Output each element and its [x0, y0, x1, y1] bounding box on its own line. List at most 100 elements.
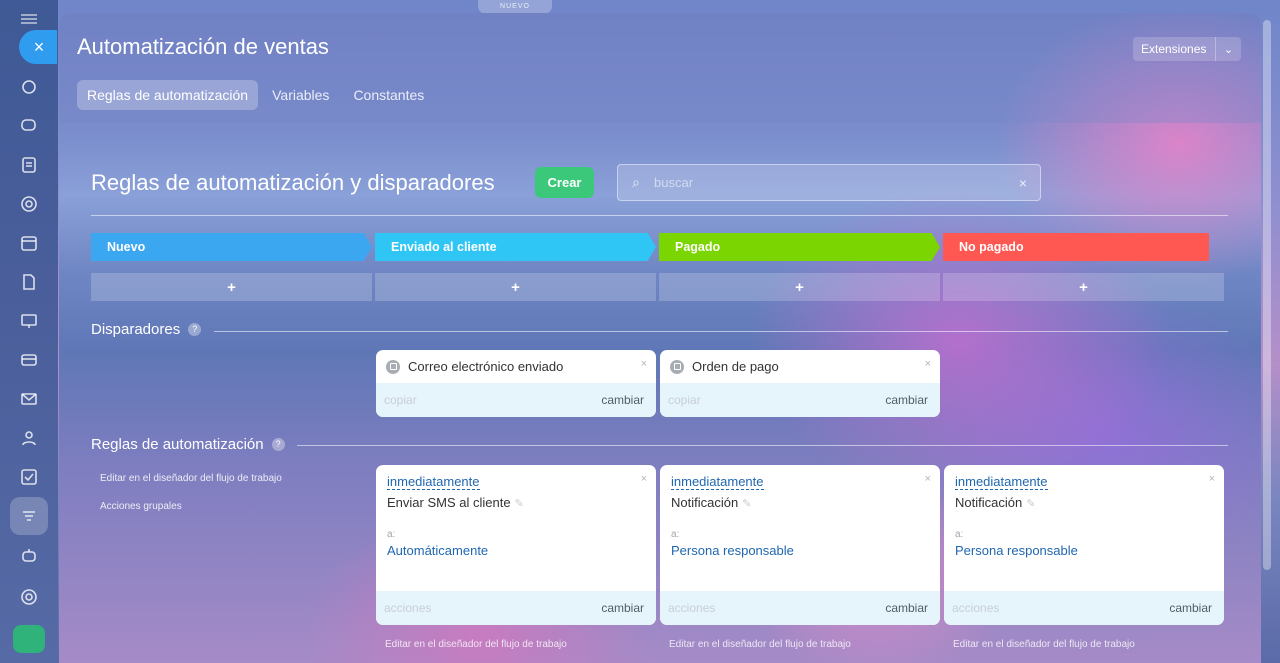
rule-name: Notificación ✎ — [955, 495, 1035, 510]
scrollbar[interactable] — [1263, 20, 1271, 570]
add-trigger-button[interactable]: + — [91, 273, 372, 301]
change-link[interactable]: cambiar — [885, 393, 928, 407]
add-trigger-button[interactable]: + — [375, 273, 656, 301]
actions-link[interactable]: acciones — [952, 601, 999, 615]
trigger-header: Orden de pago — [670, 359, 779, 374]
rule-recipient-link[interactable]: Persona responsable — [955, 543, 1078, 558]
card-footer: acciones cambiar — [660, 591, 940, 625]
rule-to-label: a: — [955, 529, 964, 540]
lock-icon — [670, 359, 684, 374]
activity-icon[interactable] — [18, 76, 40, 98]
close-icon[interactable]: × — [641, 358, 647, 370]
automation-panel: Automatización de ventas Extensiones ⌄ R… — [59, 13, 1261, 663]
rule-name-text: Notificación — [671, 495, 739, 510]
target-icon[interactable] — [18, 193, 40, 215]
create-button[interactable]: Crear — [535, 167, 594, 198]
pencil-icon[interactable]: ✎ — [742, 498, 751, 510]
rule-to-label: a: — [671, 529, 680, 540]
robot-icon[interactable] — [18, 544, 40, 566]
stage-pagado: Pagado — [659, 233, 940, 261]
tasks-icon[interactable] — [18, 154, 40, 176]
rule-name-text: Notificación — [955, 495, 1023, 510]
rule-name: Enviar SMS al cliente ✎ — [387, 495, 524, 510]
pencil-icon[interactable]: ✎ — [1026, 498, 1035, 510]
help-icon[interactable]: ? — [271, 438, 285, 451]
page-title: Automatización de ventas — [77, 34, 329, 59]
stage-no-pagado: No pagado — [943, 233, 1209, 261]
chat-icon[interactable] — [18, 115, 40, 137]
rule-name: Notificación ✎ — [671, 495, 751, 510]
trigger-card[interactable]: Orden de pago × copiar cambiar — [660, 350, 940, 417]
help-icon[interactable]: ? — [188, 323, 202, 336]
rule-card[interactable]: inmediatamente × Notificación ✎ a: Person… — [944, 465, 1224, 625]
edit-designer-link[interactable]: Editar en el diseñador del flujo de trab… — [669, 639, 851, 650]
pencil-icon[interactable]: ✎ — [515, 498, 524, 510]
rule-to-label: a: — [387, 529, 396, 540]
close-icon[interactable]: × — [925, 473, 931, 485]
rules-title: Reglas de automatización — [91, 436, 264, 453]
stage-nuevo: Nuevo — [91, 233, 372, 261]
edit-designer-link[interactable]: Editar en el diseñador del flujo de trab… — [100, 473, 282, 484]
contacts-icon[interactable] — [18, 427, 40, 449]
trigger-header: Correo electrónico enviado — [386, 359, 563, 374]
rule-recipient-link[interactable]: Persona responsable — [671, 543, 794, 558]
card-icon[interactable] — [18, 349, 40, 371]
rule-card[interactable]: inmediatamente × Notificación ✎ a: Person… — [660, 465, 940, 625]
edit-designer-link[interactable]: Editar en el diseñador del flujo de trab… — [385, 639, 567, 650]
copy-link[interactable]: copiar — [384, 393, 417, 407]
close-icon[interactable]: × — [641, 473, 647, 485]
actions-link[interactable]: acciones — [668, 601, 715, 615]
trigger-label: Orden de pago — [692, 359, 779, 374]
extensions-button[interactable]: Extensiones ⌄ — [1133, 37, 1241, 61]
rule-recipient-link[interactable]: Automáticamente — [387, 543, 488, 558]
card-footer: acciones cambiar — [944, 591, 1224, 625]
trigger-label: Correo electrónico enviado — [408, 359, 564, 374]
rule-timing-link[interactable]: inmediatamente — [955, 474, 1048, 490]
rule-timing-link[interactable]: inmediatamente — [387, 474, 480, 490]
stage-enviado: Enviado al cliente — [375, 233, 656, 261]
menu-icon[interactable] — [21, 14, 37, 24]
change-link[interactable]: cambiar — [601, 601, 644, 615]
mail-icon[interactable] — [18, 388, 40, 410]
automation-icon[interactable] — [18, 505, 40, 527]
tab-constants[interactable]: Constantes — [343, 80, 434, 110]
close-icon: × — [33, 36, 45, 57]
rule-timing-link[interactable]: inmediatamente — [671, 474, 764, 490]
chevron-down-icon[interactable]: ⌄ — [1216, 43, 1241, 56]
close-icon[interactable]: × — [925, 358, 931, 370]
add-trigger-button[interactable]: + — [943, 273, 1224, 301]
edit-designer-link[interactable]: Editar en el diseñador del flujo de trab… — [953, 639, 1135, 650]
rocket-icon[interactable] — [13, 625, 45, 653]
extensions-label: Extensiones — [1141, 42, 1207, 56]
section-heading: Reglas de automatización y disparadores — [91, 170, 495, 195]
trigger-card[interactable]: Correo electrónico enviado × copiar camb… — [376, 350, 656, 417]
close-slider-button[interactable]: × — [19, 30, 57, 64]
change-link[interactable]: cambiar — [601, 393, 644, 407]
copy-link[interactable]: copiar — [668, 393, 701, 407]
document-icon[interactable] — [18, 271, 40, 293]
divider — [297, 445, 1228, 446]
search-input[interactable] — [654, 175, 1006, 190]
add-trigger-button[interactable]: + — [659, 273, 940, 301]
checklist-icon[interactable] — [18, 466, 40, 488]
presentation-icon[interactable] — [18, 310, 40, 332]
divider — [214, 331, 1228, 332]
group-actions-link[interactable]: Acciones grupales — [100, 501, 182, 512]
change-link[interactable]: cambiar — [885, 601, 928, 615]
search-box: ⌕ × — [617, 164, 1041, 201]
rule-card[interactable]: inmediatamente × Enviar SMS al cliente ✎ … — [376, 465, 656, 625]
clear-search-icon[interactable]: × — [1006, 175, 1040, 191]
card-footer: copiar cambiar — [376, 383, 656, 417]
stage-tab-top: NUEVO — [478, 0, 552, 14]
calendar-icon[interactable] — [18, 232, 40, 254]
tab-variables[interactable]: Variables — [262, 80, 339, 110]
card-footer: acciones cambiar — [376, 591, 656, 625]
settings-icon[interactable] — [18, 586, 40, 608]
actions-link[interactable]: acciones — [384, 601, 431, 615]
triggers-section-title: Disparadores ? — [91, 321, 202, 338]
change-link[interactable]: cambiar — [1169, 601, 1212, 615]
lock-icon — [386, 359, 400, 374]
close-icon[interactable]: × — [1209, 473, 1215, 485]
tab-rules[interactable]: Reglas de automatización — [77, 80, 259, 110]
card-footer: copiar cambiar — [660, 383, 940, 417]
